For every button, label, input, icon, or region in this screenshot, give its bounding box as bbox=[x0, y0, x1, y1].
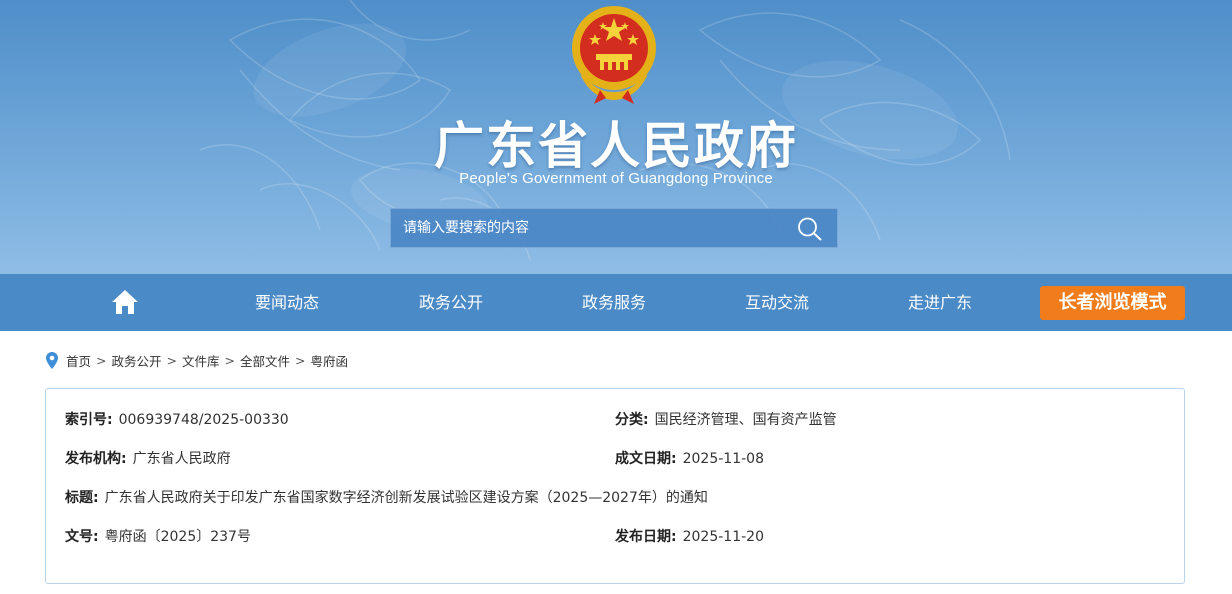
search-input[interactable] bbox=[391, 209, 787, 247]
breadcrumb: 首页 > 政务公开 > 文件库 > 全部文件 > 粤府函 bbox=[46, 350, 348, 370]
category-label: 分类: bbox=[615, 412, 649, 428]
national-emblem-icon bbox=[572, 6, 656, 104]
document-metadata-box: 索引号: 006939748/2025-00330 分类: 国民经济管理、国有资产监… bbox=[45, 388, 1185, 584]
title-field: 标题: 广东省人民政府关于印发广东省国家数字经济创新发展试验区建设方案（2025—… bbox=[65, 487, 708, 507]
publisher-value: 广东省人民政府 bbox=[132, 451, 231, 467]
breadcrumb-separator: > bbox=[295, 352, 306, 368]
breadcrumb-all-files[interactable]: 全部文件 bbox=[240, 351, 290, 370]
location-pin-icon bbox=[46, 351, 58, 369]
site-subtitle: People's Government of Guangdong Provinc… bbox=[459, 170, 773, 187]
breadcrumb-separator: > bbox=[224, 352, 235, 368]
index-number-field: 索引号: 006939748/2025-00330 bbox=[65, 409, 289, 429]
publish-date-field: 发布日期: 2025-11-20 bbox=[615, 526, 764, 546]
nav-item-about-guangdong[interactable]: 走进广东 bbox=[908, 274, 972, 331]
home-icon[interactable] bbox=[111, 289, 139, 315]
breadcrumb-home[interactable]: 首页 bbox=[66, 351, 91, 370]
category-value: 国民经济管理、国有资产监管 bbox=[654, 412, 837, 428]
index-number-label: 索引号: bbox=[65, 412, 113, 428]
title-value: 广东省人民政府关于印发广东省国家数字经济创新发展试验区建设方案（2025—202… bbox=[104, 490, 708, 506]
publisher-label: 发布机构: bbox=[65, 451, 127, 467]
written-date-label: 成文日期: bbox=[615, 451, 677, 467]
breadcrumb-separator: > bbox=[96, 352, 107, 368]
publisher-field: 发布机构: 广东省人民政府 bbox=[65, 448, 231, 468]
breadcrumb-gov-affairs[interactable]: 政务公开 bbox=[112, 351, 162, 370]
category-field: 分类: 国民经济管理、国有资产监管 bbox=[615, 409, 837, 429]
document-number-label: 文号: bbox=[65, 529, 99, 545]
search-icon[interactable] bbox=[795, 215, 825, 243]
breadcrumb-current[interactable]: 粤府函 bbox=[311, 351, 349, 370]
publish-date-label: 发布日期: bbox=[615, 529, 677, 545]
title-label: 标题: bbox=[65, 490, 99, 506]
document-number-field: 文号: 粤府函〔2025〕237号 bbox=[65, 526, 251, 546]
breadcrumb-file-library[interactable]: 文件库 bbox=[182, 351, 220, 370]
elder-mode-button[interactable]: 长者浏览模式 bbox=[1040, 286, 1185, 320]
document-number-value: 粤府函〔2025〕237号 bbox=[104, 529, 251, 545]
search-bar bbox=[390, 208, 838, 248]
written-date-value: 2025-11-08 bbox=[682, 451, 764, 467]
nav-item-gov-affairs-public[interactable]: 政务公开 bbox=[419, 274, 483, 331]
nav-item-interaction[interactable]: 互动交流 bbox=[745, 274, 809, 331]
written-date-field: 成文日期: 2025-11-08 bbox=[615, 448, 764, 468]
breadcrumb-separator: > bbox=[166, 352, 177, 368]
nav-item-gov-services[interactable]: 政务服务 bbox=[582, 274, 646, 331]
nav-item-news[interactable]: 要闻动态 bbox=[255, 274, 319, 331]
main-nav: 要闻动态 政务公开 政务服务 互动交流 走进广东 长者浏览模式 bbox=[0, 274, 1232, 331]
index-number-value: 006939748/2025-00330 bbox=[118, 412, 289, 428]
header-banner: 广东省人民政府 People's Government of Guangdong… bbox=[0, 0, 1232, 274]
publish-date-value: 2025-11-20 bbox=[682, 529, 764, 545]
site-title: 广东省人民政府 bbox=[434, 117, 798, 175]
